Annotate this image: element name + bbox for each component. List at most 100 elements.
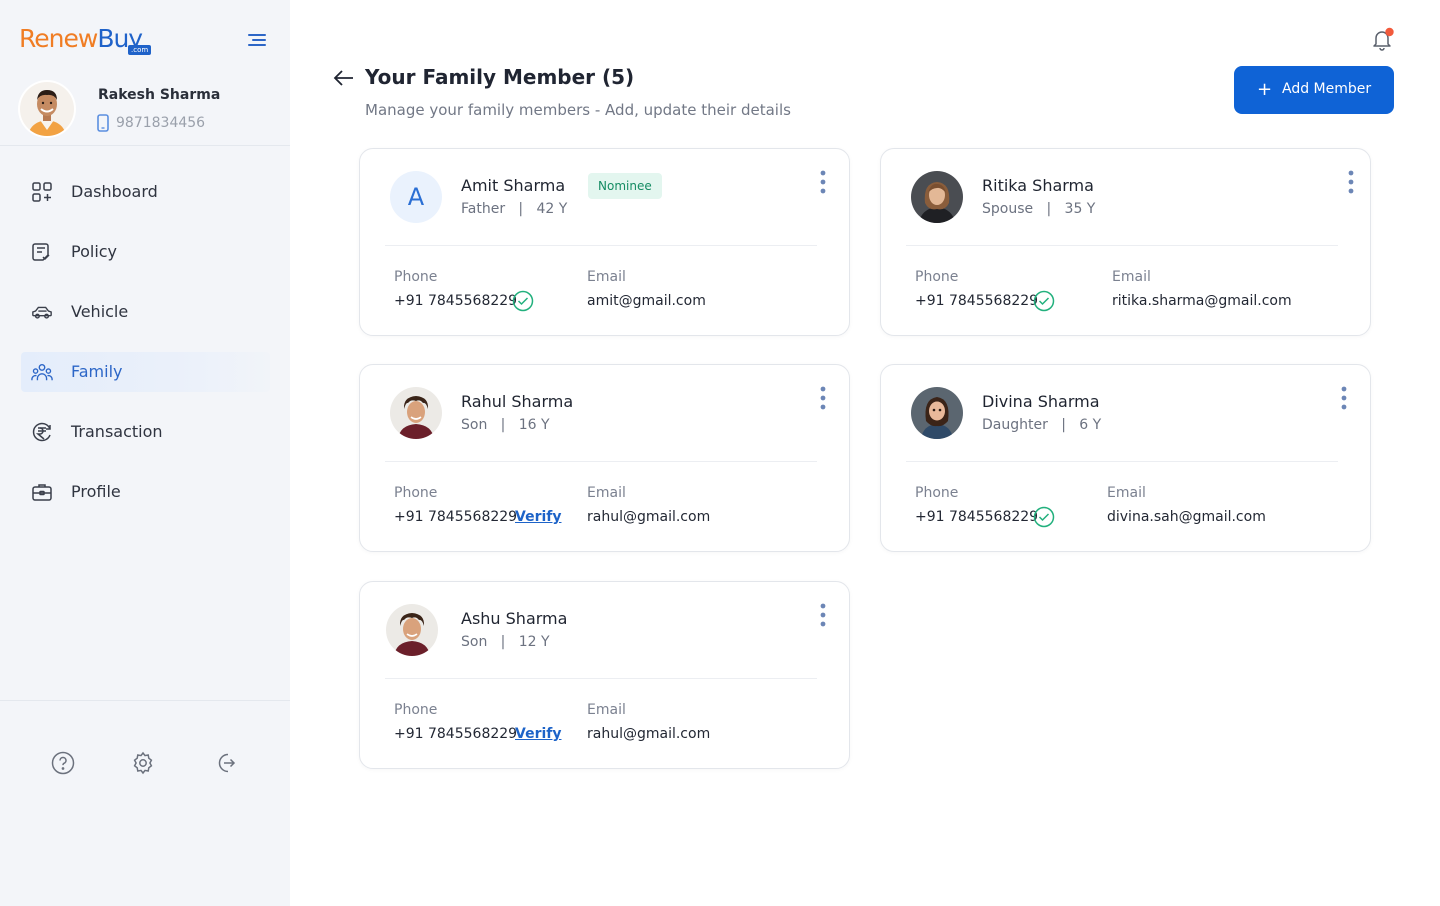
policy-icon: [32, 243, 50, 261]
add-member-label: Add Member: [1282, 81, 1372, 97]
member-avatar-photo: [911, 171, 963, 223]
phone-label: Phone: [394, 702, 438, 718]
member-name: Amit Sharma: [461, 176, 566, 195]
member-age: 35 Y: [1064, 201, 1096, 217]
member-name: Ritika Sharma: [982, 176, 1094, 195]
plus-icon: +: [1257, 79, 1273, 100]
member-relation: Son: [461, 634, 488, 650]
member-card-ritika[interactable]: Ritika Sharma Spouse | 35 Y Phone +91 78…: [880, 148, 1371, 336]
phone-label: Phone: [915, 485, 959, 501]
more-options-icon[interactable]: [1345, 169, 1357, 195]
phone-label: Phone: [394, 269, 438, 285]
page-subtitle: Manage your family members - Add, update…: [365, 101, 791, 119]
card-divider: [385, 461, 817, 462]
member-age: 6 Y: [1079, 417, 1102, 433]
member-name: Rahul Sharma: [461, 392, 574, 411]
email-label: Email: [1112, 269, 1151, 285]
member-email: rahul@gmail.com: [587, 726, 711, 742]
member-card-rahul[interactable]: Rahul Sharma Son | 16 Y Phone +91 784556…: [359, 364, 850, 552]
card-divider: [906, 461, 1338, 462]
page-title: Your Family Member (5): [365, 65, 635, 89]
member-email: amit@gmail.com: [587, 293, 706, 309]
member-relation: Spouse: [982, 201, 1034, 217]
member-avatar-photo: [390, 387, 442, 439]
verify-link[interactable]: Verify: [515, 509, 561, 525]
more-options-icon[interactable]: [817, 602, 829, 628]
user-phone: 9871834456: [116, 115, 206, 131]
logo-com-text: .com: [128, 45, 152, 55]
member-phone: +91 7845568229: [394, 726, 518, 742]
sidebar-item-label: Dashboard: [71, 182, 158, 201]
card-divider: [906, 245, 1338, 246]
member-email: ritika.sharma@gmail.com: [1112, 293, 1292, 309]
more-options-icon[interactable]: [817, 169, 829, 195]
sidebar-nav: Dashboard Policy Vehicle Family Transact…: [21, 172, 270, 532]
member-age: 42 Y: [536, 201, 568, 217]
more-options-icon[interactable]: [1338, 385, 1350, 411]
logout-icon[interactable]: [214, 751, 238, 775]
member-phone: +91 7845568229: [394, 509, 518, 525]
user-name: Rakesh Sharma: [98, 87, 221, 103]
member-name: Ashu Sharma: [461, 609, 568, 628]
sidebar-item-label: Vehicle: [71, 302, 129, 321]
sidebar: RenewBuy .com Rakesh Sharma 9871834456 D…: [0, 0, 290, 906]
member-phone: +91 7845568229: [915, 509, 1039, 525]
sidebar-item-profile[interactable]: Profile: [21, 472, 270, 512]
member-relation: Father: [461, 201, 506, 217]
member-name: Divina Sharma: [982, 392, 1100, 411]
member-avatar-photo: [911, 387, 963, 439]
sidebar-item-vehicle[interactable]: Vehicle: [21, 292, 270, 332]
member-avatar-initial: A: [390, 171, 442, 223]
rupee-icon: [32, 422, 51, 442]
add-member-button[interactable]: + Add Member: [1234, 66, 1394, 114]
briefcase-icon: [32, 484, 52, 501]
family-icon: [31, 363, 53, 381]
member-avatar-photo: [386, 604, 438, 656]
member-card-ashu[interactable]: Ashu Sharma Son | 12 Y Phone +91 7845568…: [359, 581, 850, 769]
sidebar-item-dashboard[interactable]: Dashboard: [21, 172, 270, 212]
help-icon[interactable]: [51, 751, 75, 775]
menu-toggle-icon[interactable]: [247, 32, 267, 48]
member-phone: +91 7845568229: [915, 293, 1039, 309]
card-divider: [385, 678, 817, 679]
settings-icon[interactable]: [131, 751, 155, 775]
car-icon: [32, 306, 52, 319]
member-meta: Daughter | 6 Y: [982, 417, 1102, 433]
member-meta: Spouse | 35 Y: [982, 201, 1096, 217]
member-meta: Son | 16 Y: [461, 417, 550, 433]
sidebar-item-label: Policy: [71, 242, 118, 261]
member-relation: Son: [461, 417, 488, 433]
email-label: Email: [587, 702, 626, 718]
verify-link[interactable]: Verify: [515, 726, 561, 742]
member-email: rahul@gmail.com: [587, 509, 711, 525]
member-card-divina[interactable]: Divina Sharma Daughter | 6 Y Phone +91 7…: [880, 364, 1371, 552]
user-avatar[interactable]: [20, 82, 74, 136]
sidebar-item-label: Profile: [71, 482, 121, 501]
notification-bell-icon[interactable]: [1370, 27, 1396, 51]
more-options-icon[interactable]: [817, 385, 829, 411]
card-divider: [385, 245, 817, 246]
email-label: Email: [587, 269, 626, 285]
member-phone: +91 7845568229: [394, 293, 518, 309]
back-arrow-icon[interactable]: [333, 68, 355, 88]
phone-label: Phone: [915, 269, 959, 285]
nominee-badge: Nominee: [588, 173, 662, 199]
sidebar-item-family[interactable]: Family: [21, 352, 270, 392]
logo-renew-text: Renew: [19, 24, 98, 53]
member-card-amit[interactable]: A Amit Sharma Nominee Father | 42 Y Phon…: [359, 148, 850, 336]
phone-label: Phone: [394, 485, 438, 501]
sidebar-item-policy[interactable]: Policy: [21, 232, 270, 272]
verified-check-icon: [1033, 506, 1055, 528]
sidebar-item-label: Transaction: [71, 422, 163, 441]
sidebar-item-label: Family: [71, 362, 123, 381]
sidebar-footer: [0, 700, 290, 906]
member-age: 12 Y: [518, 634, 550, 650]
member-age: 16 Y: [518, 417, 550, 433]
verified-check-icon: [512, 290, 534, 312]
dashboard-icon: [32, 182, 52, 202]
sidebar-item-transaction[interactable]: Transaction: [21, 412, 270, 452]
email-label: Email: [1107, 485, 1146, 501]
email-label: Email: [587, 485, 626, 501]
renewbuy-logo[interactable]: RenewBuy .com: [19, 24, 152, 55]
member-meta: Son | 12 Y: [461, 634, 550, 650]
